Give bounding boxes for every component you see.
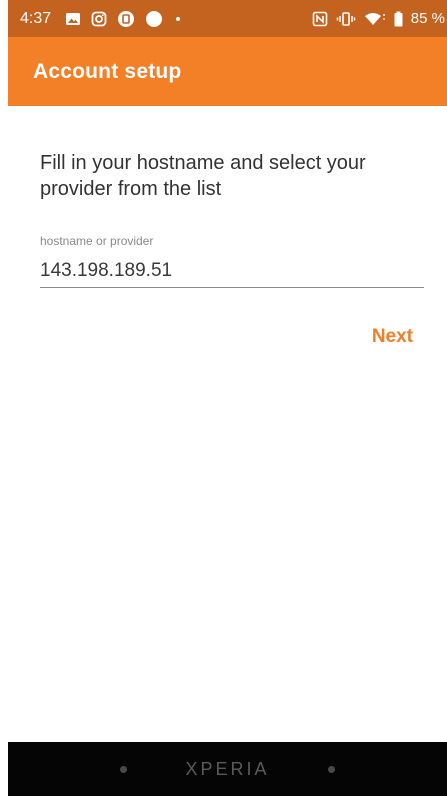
bezel-dot-left	[120, 765, 128, 773]
circle-icon	[145, 10, 163, 28]
app-icon	[117, 10, 135, 28]
device-bezel: XPERIA	[8, 742, 447, 796]
instagram-icon	[91, 11, 107, 27]
app-bar: Account setup	[8, 37, 447, 106]
vibrate-icon	[336, 11, 356, 27]
next-button[interactable]: Next	[372, 326, 413, 348]
hostname-field-label: hostname or provider	[40, 234, 154, 248]
wifi-icon	[364, 11, 386, 27]
battery-icon	[394, 11, 403, 27]
hostname-input[interactable]	[40, 254, 424, 288]
page-title: Account setup	[33, 59, 182, 83]
instructions-text: Fill in your hostname and select your pr…	[40, 152, 366, 200]
image-icon	[65, 11, 81, 27]
bezel-dot-right	[327, 765, 335, 773]
screen: 4:37 85 % Account setup Fill in your hos…	[0, 0, 447, 796]
nfc-icon	[312, 11, 328, 27]
device-brand-logo: XPERIA	[185, 758, 270, 779]
status-right: 85 %	[312, 10, 447, 27]
battery-percent: 85 %	[410, 10, 445, 27]
status-left: 4:37	[20, 10, 183, 28]
status-time: 4:37	[20, 9, 52, 27]
dot-icon	[173, 14, 183, 24]
status-bar: 4:37 85 %	[8, 0, 447, 37]
